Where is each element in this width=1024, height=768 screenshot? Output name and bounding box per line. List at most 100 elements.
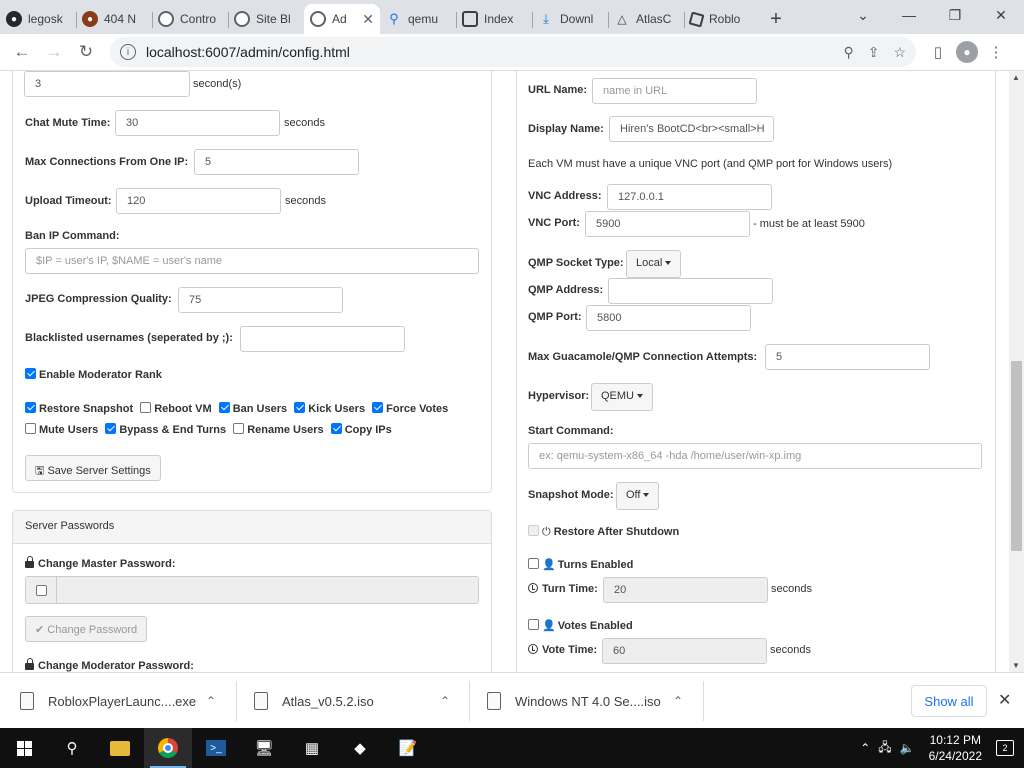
display-name-input[interactable]: Hiren's BootCD<br><small>H xyxy=(609,116,774,142)
vnc-address-input[interactable]: 127.0.0.1 xyxy=(607,184,772,210)
chevron-up-icon[interactable]: ⌃ xyxy=(673,694,683,708)
scroll-down-arrow-icon[interactable]: ▼ xyxy=(1012,661,1020,670)
change-password-button[interactable]: ✔ Change Password xyxy=(25,616,148,642)
mute-users-checkbox[interactable] xyxy=(25,423,36,434)
chevron-up-icon[interactable]: ⌃ xyxy=(440,694,450,708)
upload-timeout-input[interactable]: 120 xyxy=(116,188,281,214)
master-password-toggle[interactable] xyxy=(25,576,57,604)
restore-after-shutdown-checkbox[interactable] xyxy=(528,525,539,536)
download-item-roblox[interactable]: RobloxPlayerLaunc....exe ⌃ xyxy=(20,673,232,729)
clock-icon xyxy=(528,583,538,593)
address-bar[interactable]: i localhost:6007/admin/config.html ⚲ ⇪ ☆ xyxy=(110,37,916,67)
jpeg-quality-input[interactable]: 75 xyxy=(178,287,343,313)
tab-qemu[interactable]: ⚲ qemu xyxy=(380,4,456,34)
control-panel-icon[interactable]: ▦ xyxy=(288,728,336,768)
restore-snapshot-checkbox[interactable] xyxy=(25,402,36,413)
profile-avatar-icon[interactable]: ● xyxy=(956,41,978,63)
notifications-icon[interactable]: 2 xyxy=(996,740,1014,756)
tab-control[interactable]: Contro xyxy=(152,4,228,34)
new-tab-button[interactable]: + xyxy=(760,4,792,34)
taskbar-clock[interactable]: 10:12 PM 6/24/2022 xyxy=(929,732,982,764)
top-seconds-input[interactable]: 3 xyxy=(24,71,190,97)
qmp-address-input[interactable] xyxy=(608,278,773,304)
max-connections-input[interactable]: 5 xyxy=(194,149,359,175)
bookmark-star-icon[interactable]: ☆ xyxy=(893,44,906,61)
enable-moderator-rank[interactable]: Enable Moderator Rank xyxy=(25,368,162,381)
turn-time-input[interactable]: 20 xyxy=(603,577,768,603)
search-taskbar-icon[interactable]: ⚲ xyxy=(48,728,96,768)
votes-enabled-checkbox[interactable] xyxy=(528,619,539,630)
menu-kebab-icon[interactable]: ⋮ xyxy=(982,38,1010,66)
tab-roblox[interactable]: Roblo xyxy=(684,4,760,34)
site-info-icon[interactable]: i xyxy=(120,44,136,60)
votes-enabled[interactable]: 👤 Votes Enabled xyxy=(528,619,633,632)
qmp-socket-label: QMP Socket Type: xyxy=(528,257,624,269)
start-button[interactable] xyxy=(0,728,48,768)
max-guacamole-input[interactable]: 5 xyxy=(765,344,930,370)
bypass-end-turns-checkbox[interactable] xyxy=(105,423,117,434)
user-icon: 👤 xyxy=(542,559,556,571)
tab-atlas[interactable]: △ AtlasC xyxy=(608,4,684,34)
snapshot-mode-dropdown[interactable]: Off xyxy=(616,482,660,510)
copy-ips-checkbox[interactable] xyxy=(330,423,342,434)
close-tab-icon[interactable]: ✕ xyxy=(362,11,374,28)
chat-mute-input[interactable]: 30 xyxy=(115,110,280,136)
scrollbar-thumb[interactable] xyxy=(1011,361,1022,551)
side-panel-icon[interactable]: ▯ xyxy=(924,38,952,66)
caret-down-icon xyxy=(643,493,650,498)
roblox-taskbar-icon[interactable]: ◆ xyxy=(336,728,384,768)
back-arrow-icon[interactable]: ← xyxy=(6,36,38,68)
chevron-down-icon[interactable]: ⌄ xyxy=(840,0,886,30)
scroll-up-arrow-icon[interactable]: ▲ xyxy=(1012,73,1020,82)
share-icon[interactable]: ⇪ xyxy=(868,44,880,61)
turns-enabled[interactable]: 👤 Turns Enabled xyxy=(528,558,633,571)
close-window-icon[interactable]: ✕ xyxy=(978,0,1024,30)
zoom-icon[interactable]: ⚲ xyxy=(843,44,853,61)
reboot-vm-checkbox[interactable] xyxy=(140,402,152,413)
blacklist-input[interactable] xyxy=(240,326,405,352)
turns-enabled-checkbox[interactable] xyxy=(528,558,539,569)
minimize-icon[interactable]: — xyxy=(886,0,932,30)
tab-site-blocked[interactable]: Site Bl xyxy=(228,4,304,34)
master-password-input[interactable] xyxy=(56,576,479,604)
qmp-port-input[interactable]: 5800 xyxy=(586,305,751,331)
vote-time-input[interactable]: 60 xyxy=(602,638,767,664)
start-command-input[interactable]: ex: qemu-system-x86_64 -hda /home/user/w… xyxy=(528,443,982,469)
restore-icon[interactable]: ❐ xyxy=(932,0,978,30)
kick-users-checkbox[interactable] xyxy=(294,402,306,413)
tab-legosk[interactable]: ● legosk xyxy=(0,4,76,34)
powershell-icon[interactable]: >_ xyxy=(192,728,240,768)
page-scrollbar[interactable]: ▲ ▼ xyxy=(1009,71,1024,672)
tab-admin-active[interactable]: Ad ✕ xyxy=(304,4,380,34)
reload-icon[interactable]: ↻ xyxy=(70,36,102,68)
url-name-input[interactable]: name in URL xyxy=(592,78,757,104)
download-item-atlas[interactable]: Atlas_v0.5.2.iso ⌃ xyxy=(254,673,466,729)
volume-icon[interactable]: 🔈 xyxy=(900,741,915,755)
qmp-socket-dropdown[interactable]: Local xyxy=(626,250,682,278)
close-download-bar-icon[interactable]: ✕ xyxy=(998,690,1011,710)
address-url[interactable]: localhost:6007/admin/config.html xyxy=(146,44,843,60)
rename-users-checkbox[interactable] xyxy=(233,423,245,434)
vnc-port-input[interactable]: 5900 xyxy=(585,211,750,237)
tab-404[interactable]: ● 404 N xyxy=(76,4,152,34)
device-manager-icon[interactable]: 🖥 xyxy=(240,728,288,768)
tab-index[interactable]: Index xyxy=(456,4,532,34)
download-item-windows-nt[interactable]: Windows NT 4.0 Se....iso ⌃ xyxy=(487,673,699,729)
chrome-taskbar-icon[interactable] xyxy=(144,728,192,768)
enable-moderator-rank-checkbox[interactable] xyxy=(25,368,36,379)
network-icon[interactable]: 🖧 xyxy=(878,738,891,759)
show-all-downloads-button[interactable]: Show all xyxy=(911,685,987,717)
save-server-settings-button[interactable]: 🖫 Save Server Settings xyxy=(25,455,161,481)
chevron-up-icon[interactable]: ⌃ xyxy=(206,694,216,708)
ban-users-checkbox[interactable] xyxy=(218,402,230,413)
tray-chevron-up-icon[interactable]: ⌃ xyxy=(860,741,870,755)
tab-download[interactable]: ⤓ Downl xyxy=(532,4,608,34)
master-password-checkbox[interactable] xyxy=(35,584,47,596)
forward-arrow-icon[interactable]: → xyxy=(38,36,70,68)
restore-after-shutdown[interactable]: ⏻ Restore After Shutdown xyxy=(528,525,679,539)
file-explorer-icon[interactable] xyxy=(96,728,144,768)
ban-ip-input[interactable]: $IP = user's IP, $NAME = user's name xyxy=(25,248,479,274)
hypervisor-dropdown[interactable]: QEMU xyxy=(591,383,653,411)
notepad-icon[interactable]: 📝 xyxy=(384,728,432,768)
force-votes-checkbox[interactable] xyxy=(372,402,384,413)
